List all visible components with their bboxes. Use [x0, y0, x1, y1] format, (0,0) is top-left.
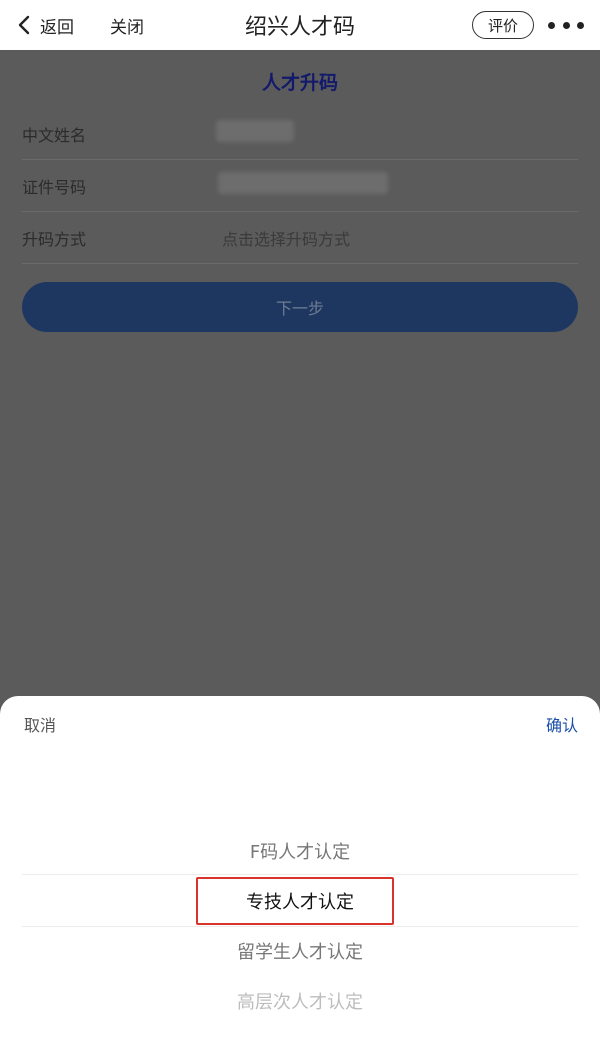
chevron-left-icon: [18, 15, 30, 35]
more-dot-icon: [562, 21, 570, 29]
id-number-value-redacted: [218, 172, 388, 194]
upgrade-method-row[interactable]: 升码方式 点击选择升码方式: [22, 212, 578, 264]
next-step-button[interactable]: 下一步: [22, 282, 578, 332]
back-button[interactable]: 返回: [14, 10, 74, 40]
top-nav-bar: 返回 关闭 绍兴人才码 评价: [0, 0, 600, 50]
close-button[interactable]: 关闭: [110, 10, 144, 40]
name-value-redacted: [216, 120, 294, 142]
name-label: 中文姓名: [22, 125, 87, 145]
more-dot-icon: [548, 21, 555, 29]
upgrade-method-placeholder[interactable]: 点击选择升码方式: [222, 226, 350, 250]
cancel-button[interactable]: 取消: [24, 712, 56, 736]
upgrade-method-label: 升码方式: [22, 229, 87, 249]
more-button[interactable]: [548, 14, 584, 36]
rate-button[interactable]: 评价: [472, 11, 534, 39]
picker-option[interactable]: 高层次人才认定: [0, 976, 600, 1026]
confirm-button[interactable]: 确认: [546, 712, 578, 736]
more-dot-icon: [577, 21, 584, 29]
picker-selection-line-top: [22, 874, 578, 875]
picker-option-selected[interactable]: 专技人才认定: [0, 876, 600, 926]
form-title: 人才升码: [261, 72, 338, 94]
picker-option[interactable]: 留学生人才认定: [0, 926, 600, 976]
back-label: 返回: [40, 17, 74, 38]
id-number-label: 证件号码: [22, 177, 87, 197]
name-row: 中文姓名: [22, 108, 578, 160]
picker-option[interactable]: F码人才认定: [0, 826, 600, 876]
picker-sheet: 取消 确认 F码人才认定 专技人才认定 留学生人才认定 高层次人才认定: [0, 696, 600, 1050]
